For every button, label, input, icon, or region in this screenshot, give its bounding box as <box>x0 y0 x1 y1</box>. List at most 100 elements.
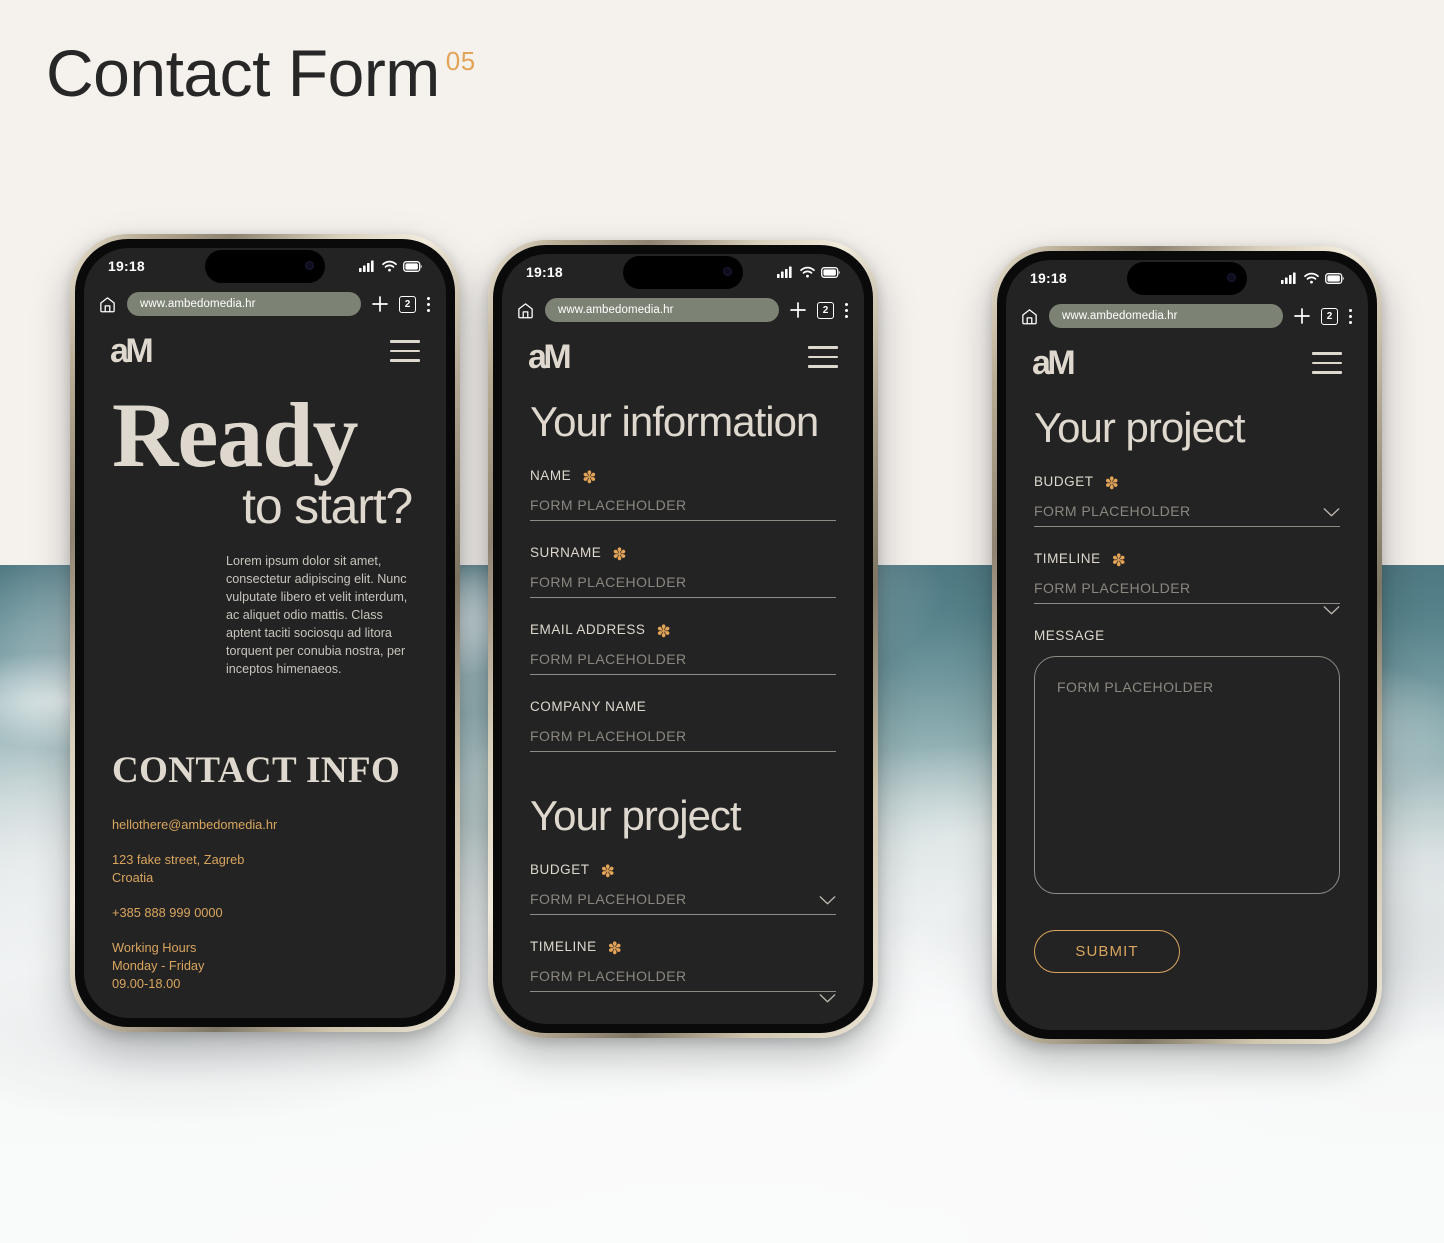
url-text: www.ambedomedia.hr <box>140 298 256 310</box>
url-text: www.ambedomedia.hr <box>558 304 674 316</box>
field-name-placeholder: FORM PLACEHOLDER <box>530 497 687 514</box>
field-budget-label-text: BUDGET <box>530 862 590 878</box>
phone-3-bezel: 19:18 www.ambedomedia.hr 2 aM Your proje… <box>997 251 1377 1039</box>
status-bar-2: 19:18 <box>502 254 864 290</box>
phone-2-bezel: 19:18 www.ambedomedia.hr 2 aM Your infor… <box>493 245 873 1033</box>
required-asterisk-icon: ✽ <box>582 467 598 487</box>
tab-count-icon[interactable]: 2 <box>1321 307 1338 325</box>
field-surname-placeholder: FORM PLACEHOLDER <box>530 574 687 591</box>
field-company-input[interactable]: FORM PLACEHOLDER <box>530 728 836 753</box>
field-timeline: TIMELINE ✽ FORM PLACEHOLDER <box>530 939 836 1003</box>
status-bar-1: 19:18 <box>84 248 446 284</box>
logo-letter-m: M <box>125 332 153 370</box>
dynamic-island <box>623 256 743 289</box>
field-timeline-select[interactable]: FORM PLACEHOLDER <box>1034 580 1340 615</box>
field-timeline-label-text: TIMELINE <box>1034 551 1101 567</box>
home-icon[interactable] <box>516 301 535 320</box>
plus-icon[interactable] <box>789 301 807 319</box>
contact-info-heading: CONTACT INFO <box>112 749 401 791</box>
field-name-input[interactable]: FORM PLACEHOLDER <box>530 497 836 522</box>
contact-address: 123 fake street, Zagreb Croatia <box>112 851 418 887</box>
phone-2-screen: 19:18 www.ambedomedia.hr 2 aM Your infor… <box>502 254 864 1024</box>
required-asterisk-icon: ✽ <box>612 544 628 564</box>
home-icon[interactable] <box>1020 307 1039 326</box>
contact-address-line2: Croatia <box>112 869 154 885</box>
field-company-name: COMPANY NAME FORM PLACEHOLDER <box>530 699 836 753</box>
logo-letter-a: a <box>528 338 547 376</box>
url-bar[interactable]: www.ambedomedia.hr <box>1049 304 1283 328</box>
wifi-icon <box>382 260 397 272</box>
page-title: Contact Form <box>46 36 440 110</box>
field-company-label-text: COMPANY NAME <box>530 699 647 715</box>
tab-count-icon[interactable]: 2 <box>399 295 416 313</box>
chevron-down-icon[interactable] <box>1323 508 1340 517</box>
field-budget-select[interactable]: FORM PLACEHOLDER <box>1034 503 1340 528</box>
home-icon[interactable] <box>98 295 117 314</box>
screen-3-content: Your project BUDGET ✽ FORM PLACEHOLDER T… <box>1006 405 1368 974</box>
working-hours-title: Working Hours <box>112 940 197 956</box>
field-message-label: MESSAGE <box>1034 628 1340 643</box>
field-email-address: EMAIL ADDRESS ✽ FORM PLACEHOLDER <box>530 622 836 676</box>
phone-mockup-2: 19:18 www.ambedomedia.hr 2 aM Your infor… <box>488 240 878 1038</box>
page-number-badge: 05 <box>445 46 476 76</box>
site-logo[interactable]: aM <box>528 338 572 376</box>
page-title-group: Contact Form 05 <box>46 40 476 106</box>
field-surname-label-text: SURNAME <box>530 545 602 561</box>
field-budget-label: BUDGET ✽ <box>530 862 836 879</box>
required-asterisk-icon: ✽ <box>1104 473 1120 493</box>
field-name-label-text: NAME <box>530 468 572 484</box>
contact-info-list: hellothere@ambedomedia.hr 123 fake stree… <box>112 816 418 994</box>
contact-email[interactable]: hellothere@ambedomedia.hr <box>112 816 418 834</box>
browser-toolbar-3: www.ambedomedia.hr 2 <box>1006 296 1368 336</box>
status-icons-group <box>359 260 422 272</box>
field-message-label-text: MESSAGE <box>1034 628 1105 644</box>
field-budget-select[interactable]: FORM PLACEHOLDER <box>530 891 836 916</box>
tab-count-icon[interactable]: 2 <box>817 301 834 319</box>
form-section-heading-information: Your information <box>530 398 819 445</box>
working-hours: Working Hours Monday - Friday 09.00-18.0… <box>112 939 418 993</box>
field-timeline-label: TIMELINE ✽ <box>530 939 836 956</box>
wifi-icon <box>800 266 815 278</box>
working-hours-time: 09.00-18.00 <box>112 976 181 992</box>
field-timeline-placeholder: FORM PLACEHOLDER <box>1034 580 1191 597</box>
hamburger-menu-icon[interactable] <box>390 340 420 362</box>
chevron-down-icon[interactable] <box>819 896 836 905</box>
kebab-menu-icon[interactable] <box>426 296 430 312</box>
url-bar[interactable]: www.ambedomedia.hr <box>545 298 779 322</box>
plus-icon[interactable] <box>371 295 389 313</box>
kebab-menu-icon[interactable] <box>844 302 848 318</box>
chevron-down-icon[interactable] <box>1323 606 1340 615</box>
site-logo[interactable]: aM <box>110 332 154 370</box>
phone-mockup-3: 19:18 www.ambedomedia.hr 2 aM Your proje… <box>992 246 1382 1044</box>
battery-icon <box>1325 272 1344 284</box>
phone-mockup-1: 19:18 www.ambedomedia.hr 2 aM Ready to s… <box>70 234 460 1032</box>
logo-letter-m: M <box>1047 344 1075 382</box>
submit-button[interactable]: SUBMIT <box>1034 930 1180 974</box>
dynamic-island <box>1127 262 1247 295</box>
field-budget: BUDGET ✽ FORM PLACEHOLDER <box>1034 473 1340 528</box>
status-time: 19:18 <box>526 264 563 280</box>
field-surname-input[interactable]: FORM PLACEHOLDER <box>530 574 836 599</box>
field-surname: SURNAME ✽ FORM PLACEHOLDER <box>530 544 836 599</box>
front-camera-icon <box>1227 273 1236 282</box>
phone-1-bezel: 19:18 www.ambedomedia.hr 2 aM Ready to s… <box>75 239 455 1027</box>
field-budget-placeholder: FORM PLACEHOLDER <box>530 891 687 908</box>
field-email-input[interactable]: FORM PLACEHOLDER <box>530 651 836 676</box>
url-bar[interactable]: www.ambedomedia.hr <box>127 292 361 316</box>
site-header-3: aM <box>1006 336 1368 380</box>
site-logo[interactable]: aM <box>1032 344 1076 382</box>
field-timeline-select[interactable]: FORM PLACEHOLDER <box>530 968 836 1003</box>
field-budget: BUDGET ✽ FORM PLACEHOLDER <box>530 862 836 916</box>
field-name-label: NAME ✽ <box>530 467 836 487</box>
contact-address-line1: 123 fake street, Zagreb <box>112 851 245 867</box>
plus-icon[interactable] <box>1293 307 1311 325</box>
field-message-textarea[interactable]: FORM PLACEHOLDER <box>1034 656 1340 895</box>
kebab-menu-icon[interactable] <box>1348 308 1352 324</box>
field-surname-label: SURNAME ✽ <box>530 544 836 564</box>
chevron-down-icon[interactable] <box>819 994 836 1003</box>
hamburger-menu-icon[interactable] <box>808 346 838 368</box>
contact-phone[interactable]: +385 888 999 0000 <box>112 904 418 922</box>
hamburger-menu-icon[interactable] <box>1312 352 1342 374</box>
field-message: MESSAGE FORM PLACEHOLDER <box>1034 628 1340 895</box>
site-header-1: aM <box>84 324 446 368</box>
